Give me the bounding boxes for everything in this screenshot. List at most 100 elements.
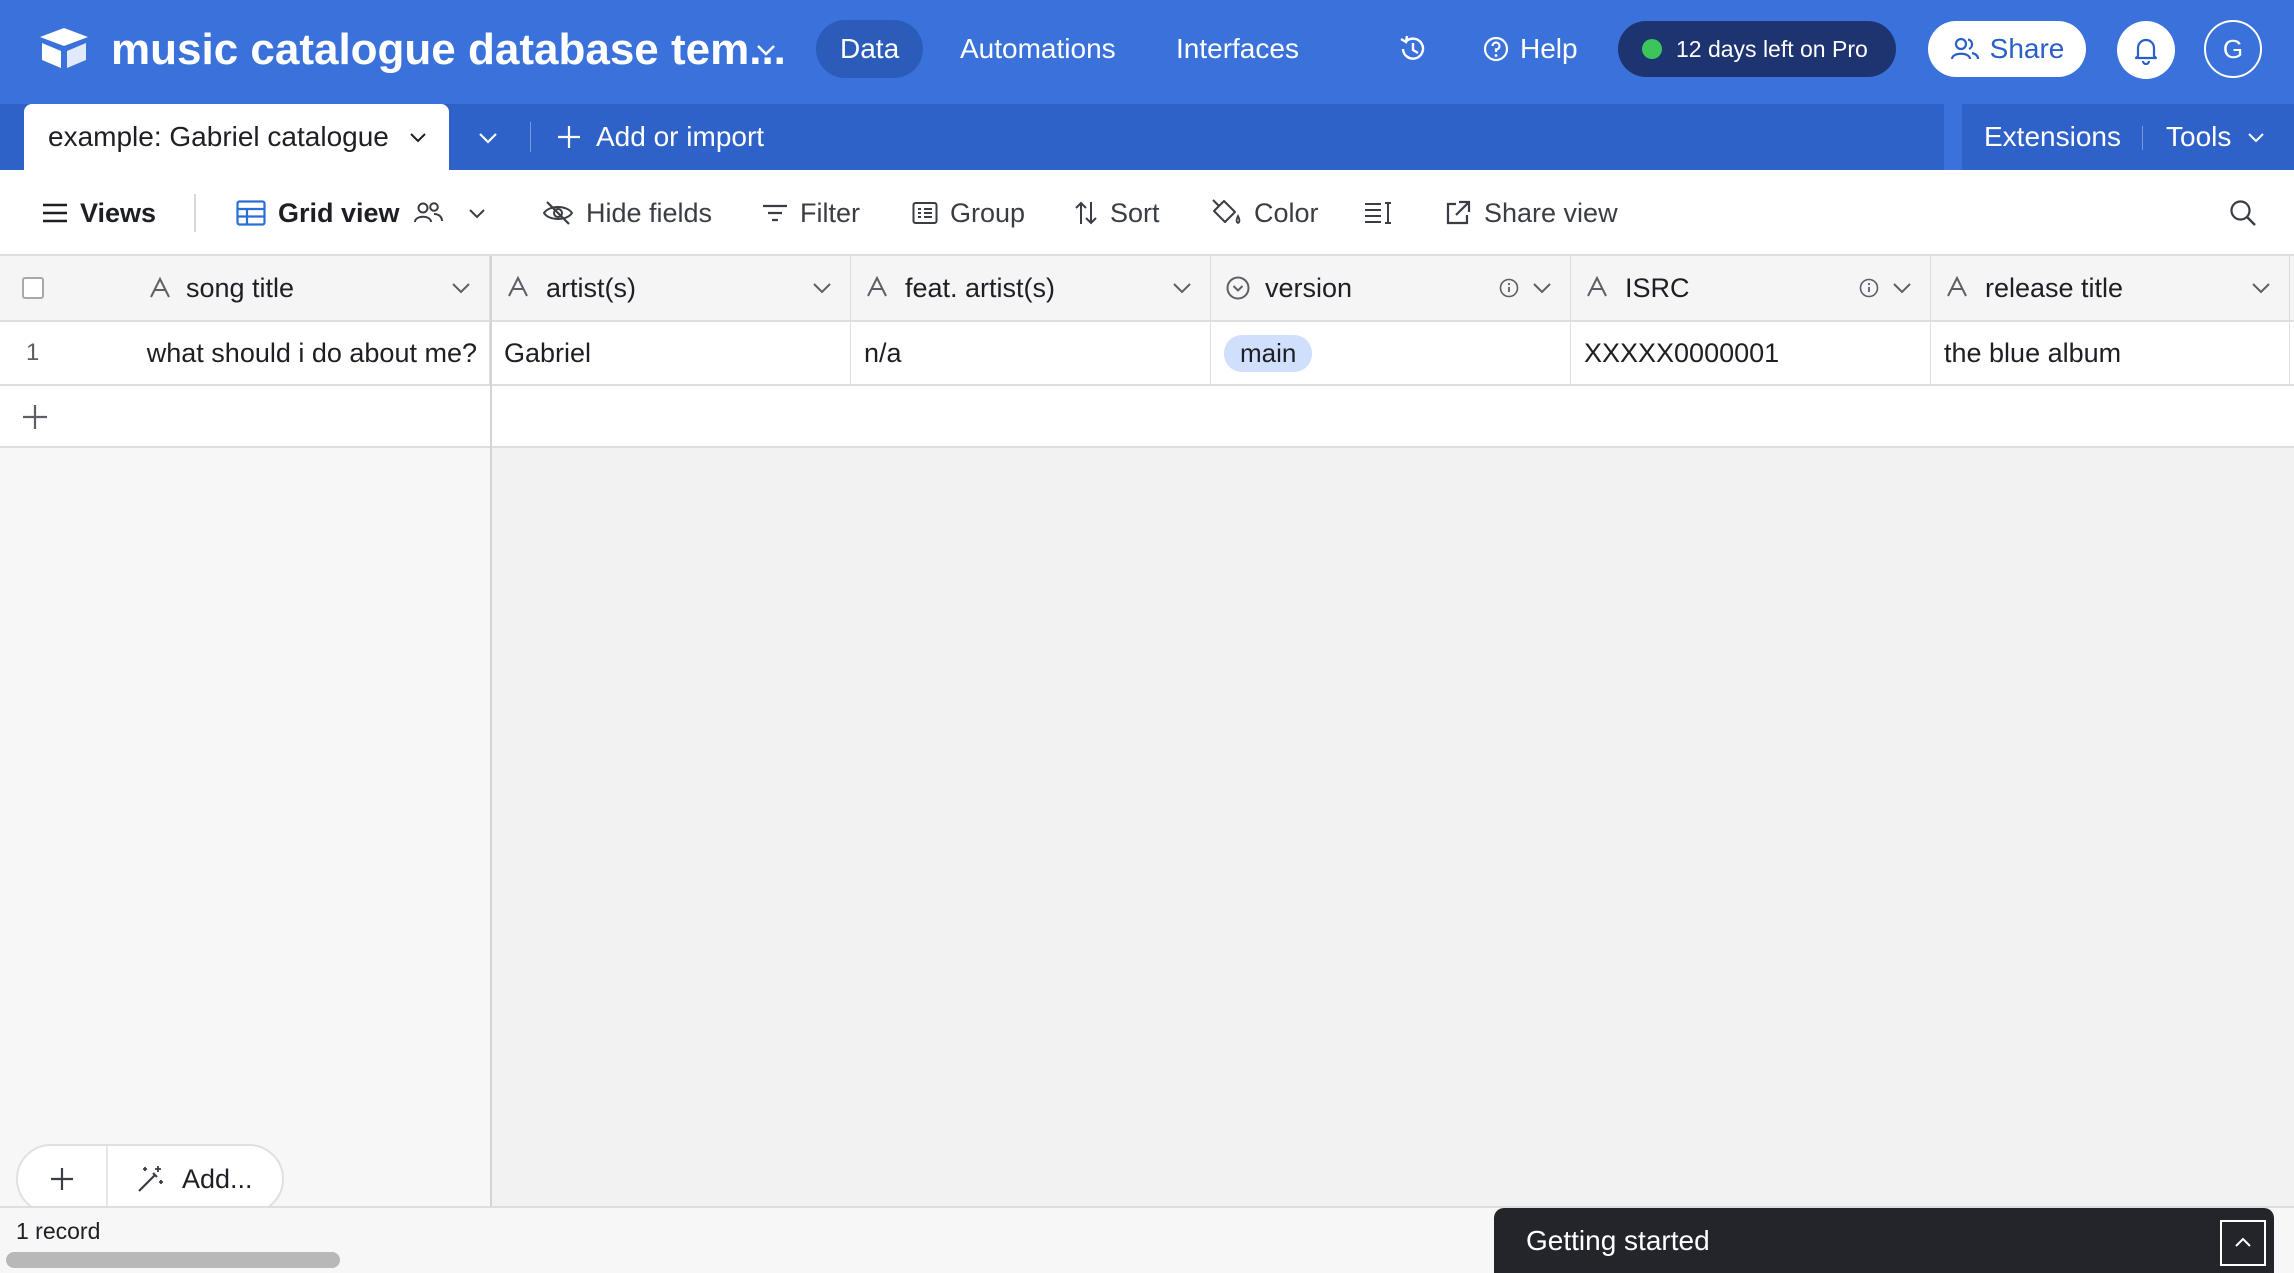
plus-icon — [20, 402, 50, 432]
horizontal-scrollbar[interactable] — [6, 1252, 340, 1268]
notifications-button[interactable] — [2117, 21, 2175, 79]
grid-header: song title artist(s) feat. artist(s) ver… — [0, 256, 2294, 322]
tab-automations[interactable]: Automations — [936, 20, 1140, 78]
column-header-song-title[interactable]: song title — [0, 256, 490, 320]
view-toolbar: Views Grid view Hide fields Filter Group… — [0, 170, 2294, 256]
base-logo-icon[interactable] — [36, 26, 92, 70]
cell-text: what should i do about me? — [146, 337, 477, 368]
share-view-button[interactable]: Share view — [1444, 170, 1618, 256]
add-record-pill: Add... — [16, 1144, 284, 1214]
app-header: music catalogue database tem... Data Aut… — [0, 0, 2294, 104]
column-label: version — [1265, 272, 1353, 303]
cell-version[interactable]: main — [1211, 322, 1571, 384]
table-tab-bar: example: Gabriel catalogue Add or import… — [0, 104, 2294, 170]
chevron-down-icon[interactable] — [1170, 276, 1194, 300]
column-header-isrc[interactable]: ISRC — [1571, 256, 1931, 320]
share-people-icon — [1950, 36, 1980, 62]
chevron-down-icon[interactable] — [1530, 276, 1554, 300]
add-or-import-button[interactable]: Add or import — [556, 104, 764, 170]
tools-label: Tools — [2166, 121, 2232, 152]
pro-trial-badge[interactable]: 12 days left on Pro — [1618, 21, 1896, 77]
bell-icon — [2132, 35, 2160, 65]
eye-slash-icon — [542, 200, 574, 226]
chevron-down-icon — [466, 202, 488, 224]
cell-artists[interactable]: Gabriel — [492, 322, 851, 384]
row-height-icon — [1364, 200, 1394, 226]
add-or-import-label: Add or import — [596, 121, 765, 152]
chevron-down-icon[interactable] — [1890, 276, 1914, 300]
cell-text: Gabriel — [504, 337, 592, 368]
chevron-up-icon[interactable] — [2220, 1220, 2266, 1266]
chevron-down-icon[interactable] — [449, 276, 473, 300]
base-title[interactable]: music catalogue database tem... — [111, 22, 786, 78]
chevron-down-icon[interactable] — [752, 36, 780, 64]
plus-icon — [556, 124, 582, 150]
search-button[interactable] — [2228, 170, 2258, 256]
cell-text: the blue album — [1944, 337, 2122, 368]
cell-isrc[interactable]: XXXXX0000001 — [1571, 322, 1931, 384]
single-select-type-icon — [1225, 275, 1251, 301]
cell-song-title[interactable]: what should i do about me? — [0, 322, 490, 384]
paint-bucket-icon — [1210, 199, 1242, 227]
filter-button[interactable]: Filter — [762, 170, 860, 256]
info-icon[interactable] — [1858, 277, 1880, 299]
frozen-column-divider — [490, 256, 492, 1273]
help-button[interactable]: Help — [1482, 28, 1578, 70]
text-type-icon — [1585, 275, 1611, 301]
tools-button[interactable]: Tools — [2166, 104, 2267, 170]
text-type-icon — [148, 276, 172, 300]
share-button[interactable]: Share — [1928, 21, 2086, 77]
chevron-down-icon[interactable] — [2249, 276, 2273, 300]
column-header-version[interactable]: version — [1211, 256, 1571, 320]
table-row[interactable]: 1 what should i do about me? Gabriel n/a… — [0, 322, 2294, 386]
column-label: song title — [186, 272, 295, 303]
getting-started-panel[interactable]: Getting started — [1494, 1208, 2274, 1273]
cell-feat-artists[interactable]: n/a — [851, 322, 1211, 384]
color-button[interactable]: Color — [1210, 170, 1319, 256]
tab-data[interactable]: Data — [816, 20, 924, 78]
external-link-icon — [1444, 199, 1472, 227]
grid-view-switcher[interactable]: Grid view — [236, 170, 488, 256]
add-row-button[interactable] — [0, 386, 2294, 448]
column-label: artist(s) — [546, 272, 636, 303]
add-record-button[interactable] — [18, 1146, 108, 1212]
table-tab-active[interactable]: example: Gabriel catalogue — [24, 104, 449, 170]
column-header-release-title[interactable]: release title — [1931, 256, 2290, 320]
view-name-label: Grid view — [278, 197, 400, 228]
history-icon[interactable] — [1396, 32, 1430, 66]
text-type-icon — [506, 275, 532, 301]
column-header-feat-artists[interactable]: feat. artist(s) — [851, 256, 1211, 320]
extensions-button[interactable]: Extensions — [1984, 104, 2121, 170]
hamburger-icon — [42, 202, 68, 224]
text-type-icon — [865, 275, 891, 301]
column-label: ISRC — [1625, 272, 1690, 303]
cell-text: XXXXX0000001 — [1584, 337, 1780, 368]
row-height-button[interactable] — [1364, 170, 1394, 256]
text-type-icon — [1945, 275, 1971, 301]
chevron-down-icon — [2245, 126, 2267, 148]
search-icon — [2228, 198, 2258, 228]
group-label: Group — [950, 197, 1026, 228]
tab-interfaces[interactable]: Interfaces — [1152, 20, 1323, 78]
select-option-pill: main — [1224, 334, 1313, 372]
chevron-down-icon[interactable] — [810, 276, 834, 300]
chevron-down-icon[interactable] — [407, 126, 429, 148]
add-label: Add... — [182, 1163, 253, 1194]
tab-divider — [530, 122, 531, 152]
hide-fields-button[interactable]: Hide fields — [542, 170, 712, 256]
add-with-ai-button[interactable]: Add... — [136, 1146, 253, 1212]
info-icon[interactable] — [1498, 277, 1520, 299]
cell-text: n/a — [864, 337, 902, 368]
select-all-checkbox[interactable] — [22, 277, 44, 299]
cell-release-title[interactable]: the blue album — [1931, 322, 2290, 384]
sort-button[interactable]: Sort — [1074, 170, 1160, 256]
views-button[interactable]: Views — [42, 170, 156, 256]
column-header-artists[interactable]: artist(s) — [492, 256, 851, 320]
avatar[interactable]: G — [2204, 20, 2262, 78]
group-button[interactable]: Group — [912, 170, 1025, 256]
sort-icon — [1074, 200, 1098, 226]
share-label: Share — [1989, 33, 2065, 64]
table-tab-label: example: Gabriel catalogue — [48, 121, 389, 152]
more-tables-chevron-icon[interactable] — [474, 124, 502, 152]
getting-started-label: Getting started — [1526, 1225, 1710, 1256]
